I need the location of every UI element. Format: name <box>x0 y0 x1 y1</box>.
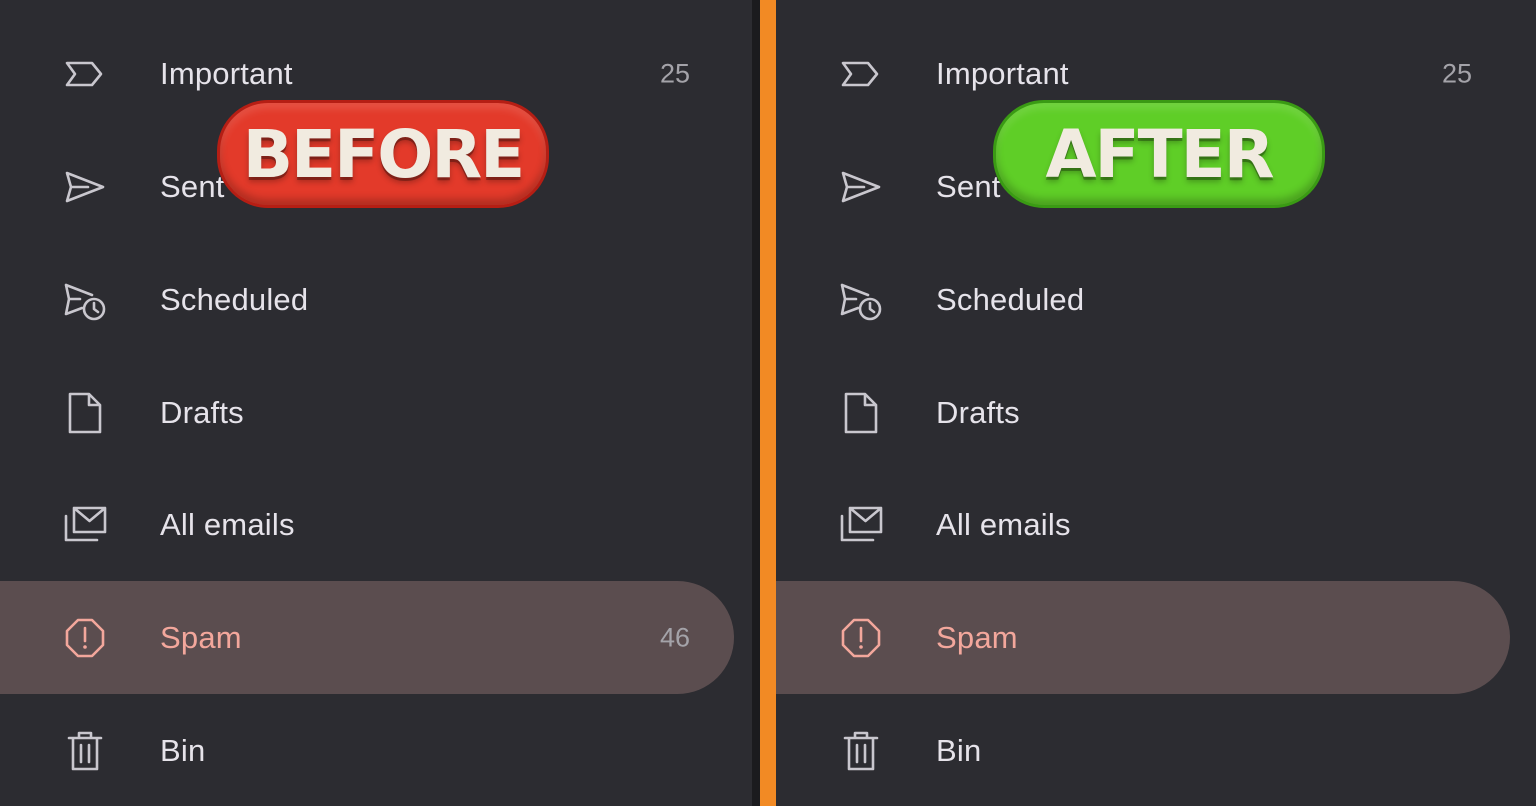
nav-item-spam[interactable]: Spam 46 <box>0 581 752 694</box>
nav-item-drafts[interactable]: Drafts <box>776 356 1536 469</box>
important-icon <box>65 61 103 86</box>
trash-icon <box>67 731 103 770</box>
all-mail-icon <box>64 506 107 541</box>
trash-icon <box>843 731 879 770</box>
nav-item-label: Sent <box>936 168 1001 204</box>
nav-item-label: Spam <box>936 619 1018 655</box>
send-icon <box>841 171 881 202</box>
nav-item-all-emails[interactable]: All emails <box>0 468 752 581</box>
nav-item-label: Bin <box>160 732 206 768</box>
nav-item-count: 25 <box>1441 58 1472 88</box>
nav-item-label: Sent <box>160 168 225 204</box>
important-icon <box>841 61 879 86</box>
spam-icon <box>841 618 881 657</box>
scheduled-icon <box>840 283 882 320</box>
nav-item-label: All emails <box>936 506 1071 542</box>
draft-icon <box>844 392 878 433</box>
send-icon <box>65 171 105 202</box>
nav-item-scheduled[interactable]: Scheduled <box>0 243 752 356</box>
nav-item-all-emails[interactable]: All emails <box>776 468 1536 581</box>
nav-item-label: Spam <box>160 619 242 655</box>
panel-gap <box>752 0 760 806</box>
active-highlight <box>0 581 734 694</box>
before-badge: BEFORE <box>217 100 549 208</box>
comparison-divider <box>760 0 776 806</box>
nav-item-count: 25 <box>659 58 690 88</box>
nav-item-bin[interactable]: Bin <box>0 694 752 806</box>
nav-item-label: Drafts <box>160 394 244 430</box>
after-badge: AFTER <box>993 100 1325 208</box>
draft-icon <box>68 392 102 433</box>
nav-item-spam[interactable]: Spam <box>776 581 1536 694</box>
nav-item-label: Scheduled <box>160 281 309 317</box>
nav-item-scheduled[interactable]: Scheduled <box>776 243 1536 356</box>
nav-item-label: Scheduled <box>936 281 1085 317</box>
nav-item-label: Important <box>160 55 293 91</box>
spam-icon <box>65 618 105 657</box>
active-highlight <box>776 581 1510 694</box>
nav-item-drafts[interactable]: Drafts <box>0 356 752 469</box>
scheduled-icon <box>64 283 106 320</box>
nav-item-label: Important <box>936 55 1069 91</box>
nav-item-label: Bin <box>936 732 982 768</box>
nav-item-bin[interactable]: Bin <box>776 694 1536 806</box>
nav-item-label: Drafts <box>936 394 1020 430</box>
all-mail-icon <box>840 506 883 541</box>
nav-item-count: 46 <box>659 622 690 652</box>
comparison-stage: Important 25 Sent Scheduled Drafts All e… <box>0 0 1536 806</box>
nav-item-label: All emails <box>160 506 295 542</box>
